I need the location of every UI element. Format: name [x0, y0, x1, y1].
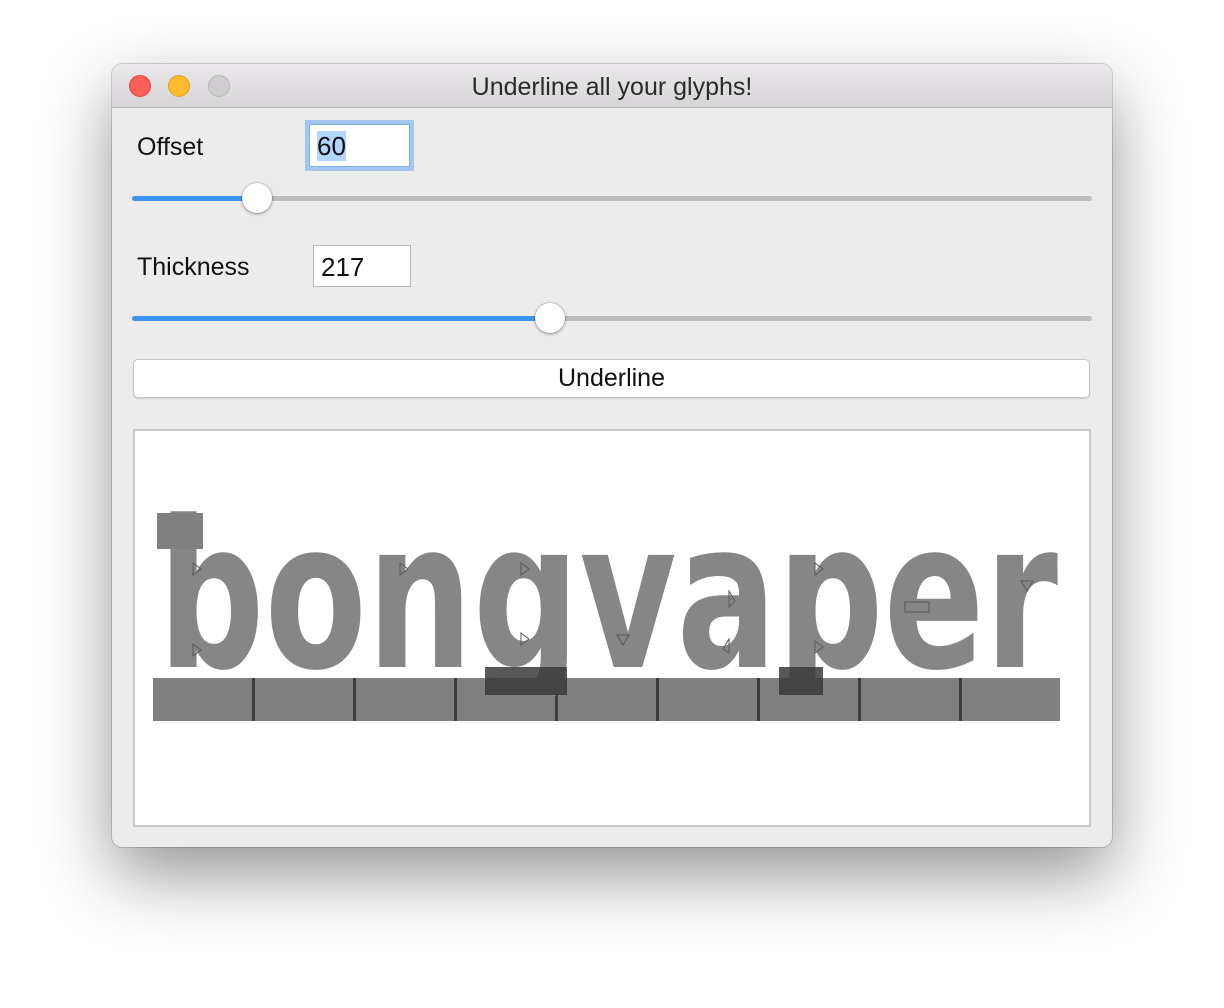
offset-slider-knob[interactable]: [241, 183, 272, 213]
underline-button[interactable]: Underline: [133, 359, 1090, 398]
thickness-slider[interactable]: [132, 303, 1092, 333]
thickness-field[interactable]: 217: [313, 245, 411, 287]
thickness-slider-knob[interactable]: [534, 303, 565, 333]
offset-slider-fill: [132, 196, 257, 201]
glyph-descender-overlap-p: [779, 667, 823, 695]
offset-slider[interactable]: [132, 183, 1092, 213]
thickness-value: 217: [321, 252, 365, 282]
glyph-descender-overlap-g: [485, 667, 567, 695]
offset-value: 60: [317, 131, 346, 161]
thickness-label: Thickness: [137, 253, 250, 281]
glyph-preview-canvas: bongvaper: [153, 478, 1060, 721]
title-bar[interactable]: Underline all your glyphs!: [112, 64, 1112, 108]
glyph-text: bongvaper: [158, 478, 1058, 716]
window-title: Underline all your glyphs!: [471, 73, 753, 101]
main-window: Underline all your glyphs! Offset 60 Thi…: [112, 64, 1112, 847]
offset-field[interactable]: 60: [309, 124, 410, 167]
glyph-ascender-overlay: [157, 513, 203, 549]
thickness-slider-fill: [132, 316, 550, 321]
offset-label: Offset: [137, 133, 204, 161]
offset-slider-track: [132, 196, 1092, 201]
glyph-preview: bongvaper: [133, 429, 1091, 827]
